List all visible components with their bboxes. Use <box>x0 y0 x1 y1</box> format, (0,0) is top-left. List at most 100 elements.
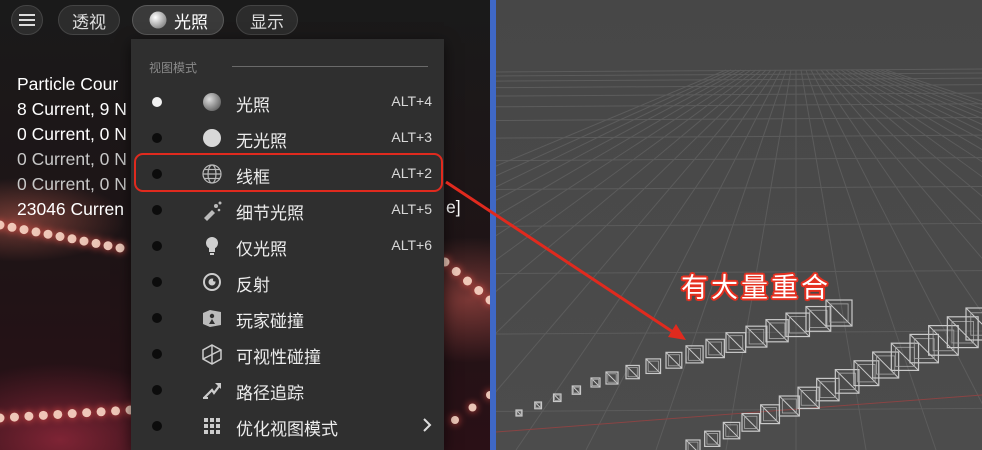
wireframe-box <box>705 338 725 359</box>
menu-item-shortcut: ALT+4 <box>391 93 432 109</box>
menu-item-optimization-viewmodes[interactable]: 优化视图模式 <box>131 408 444 444</box>
glowing-particle <box>82 408 92 418</box>
view-mode-button[interactable]: 光照 <box>132 5 224 35</box>
wireframe-box <box>805 305 832 332</box>
menu-item-label: 仅光照 <box>236 240 287 260</box>
menu-item-lit[interactable]: 光照 ALT+4 <box>131 84 444 120</box>
glowing-particle <box>0 220 5 230</box>
radio-dot <box>152 241 162 251</box>
wireframe-box <box>645 358 662 375</box>
glowing-particle <box>79 236 89 246</box>
menu-item-shortcut: ALT+6 <box>391 237 432 253</box>
wireframe-box <box>928 325 959 356</box>
menu-item-label: 优化视图模式 <box>236 420 338 440</box>
wireframe-viewport[interactable] <box>496 0 982 450</box>
glowing-particle <box>43 229 53 239</box>
selected-radio-dot <box>152 97 162 107</box>
lit-sphere-icon <box>203 93 221 111</box>
menu-item-label: 光照 <box>236 96 270 116</box>
wireframe-box <box>534 401 543 410</box>
glowing-particle <box>103 241 113 251</box>
stats-line: 0 Current, 0 N <box>17 174 127 194</box>
view-mode-dropdown: 视图模式 光照 ALT+4 无光照 ALT+3 线框 ALT+2 细节光照 AL… <box>131 39 444 450</box>
stats-line: 0 Current, 0 N <box>17 124 127 144</box>
menu-item-visibility-collision[interactable]: 可视性碰撞 <box>131 336 444 372</box>
optimization-grid-icon <box>204 418 220 434</box>
menu-item-label: 细节光照 <box>236 204 304 224</box>
viewport-menu-button[interactable] <box>11 5 43 35</box>
glowing-particle <box>474 286 484 295</box>
glowing-particle <box>451 416 459 424</box>
stats-overflow-text: e] <box>446 197 461 217</box>
glowing-particle <box>115 243 125 253</box>
glowing-particle <box>67 234 77 244</box>
glowing-particle <box>31 227 41 237</box>
wireframe-box <box>725 332 747 353</box>
menu-item-unlit[interactable]: 无光照 ALT+3 <box>131 120 444 156</box>
show-button[interactable]: 显示 <box>236 5 298 35</box>
glowing-particle <box>55 232 65 241</box>
glowing-particle <box>463 276 472 286</box>
visibility-collision-icon <box>202 344 222 365</box>
wireframe-box <box>685 345 704 364</box>
chevron-right-icon <box>423 418 432 432</box>
wireframe-box <box>665 351 683 369</box>
detail-lighting-icon <box>204 201 222 221</box>
glowing-particle <box>451 267 461 276</box>
radio-dot <box>152 313 162 323</box>
wireframe-box <box>625 364 640 380</box>
stats-line: Particle Cour <box>17 74 119 94</box>
radio-dot <box>152 421 162 431</box>
wireframe-box <box>704 430 721 448</box>
radio-dot <box>152 385 162 395</box>
menu-section-divider <box>232 66 428 67</box>
wireframe-highlight-box <box>134 153 443 192</box>
glowing-particle <box>111 406 121 416</box>
path-tracing-icon <box>203 383 221 399</box>
menu-item-label: 玩家碰撞 <box>236 312 304 332</box>
glowing-particle <box>19 225 29 235</box>
radio-dot <box>152 205 162 215</box>
menu-item-path-tracing[interactable]: 路径追踪 <box>131 372 444 408</box>
wireframe-box <box>909 333 939 364</box>
wireframe-box <box>946 316 979 349</box>
perspective-button[interactable]: 透视 <box>58 5 120 35</box>
wireframe-box <box>760 404 781 425</box>
wireframe-box <box>552 393 562 403</box>
menu-item-label: 反射 <box>236 276 270 296</box>
player-collision-icon <box>203 310 221 327</box>
menu-item-player-collision[interactable]: 玩家碰撞 <box>131 300 444 336</box>
view-mode-label: 光照 <box>174 12 208 33</box>
radio-dot <box>152 133 162 143</box>
menu-item-shortcut: ALT+3 <box>391 129 432 145</box>
lit-sphere-icon <box>149 11 167 29</box>
menu-item-label: 可视性碰撞 <box>236 348 321 368</box>
menu-item-label: 无光照 <box>236 132 287 152</box>
wireframe-box <box>872 351 900 379</box>
wireframe-box <box>778 395 800 417</box>
reflection-icon <box>203 273 221 291</box>
menu-item-reflection[interactable]: 反射 <box>131 264 444 300</box>
wireframe-scene <box>496 0 982 450</box>
glowing-particle <box>7 222 17 232</box>
menu-item-shortcut: ALT+5 <box>391 201 432 217</box>
glowing-particle <box>53 409 63 419</box>
stats-line: 0 Current, 0 N <box>17 149 127 169</box>
glowing-particle <box>0 413 5 423</box>
glowing-particle <box>91 238 101 248</box>
menu-item-lighting-only[interactable]: 仅光照 ALT+6 <box>131 228 444 264</box>
wireframe-box <box>797 386 820 410</box>
glowing-particle <box>38 410 48 420</box>
wireframe-box <box>605 371 619 385</box>
wireframe-box <box>515 409 523 417</box>
stats-line: 23046 Curren <box>17 199 125 219</box>
wireframe-box <box>741 413 761 432</box>
stats-line: 8 Current, 9 N <box>17 99 127 119</box>
show-label: 显示 <box>250 12 284 33</box>
glowing-particle <box>468 403 477 412</box>
menu-item-detail-lighting[interactable]: 细节光照 ALT+5 <box>131 192 444 228</box>
perspective-label: 透视 <box>72 12 106 33</box>
hamburger-icon <box>19 14 35 26</box>
wireframe-box <box>571 385 582 395</box>
unlit-sphere-icon <box>203 129 221 147</box>
